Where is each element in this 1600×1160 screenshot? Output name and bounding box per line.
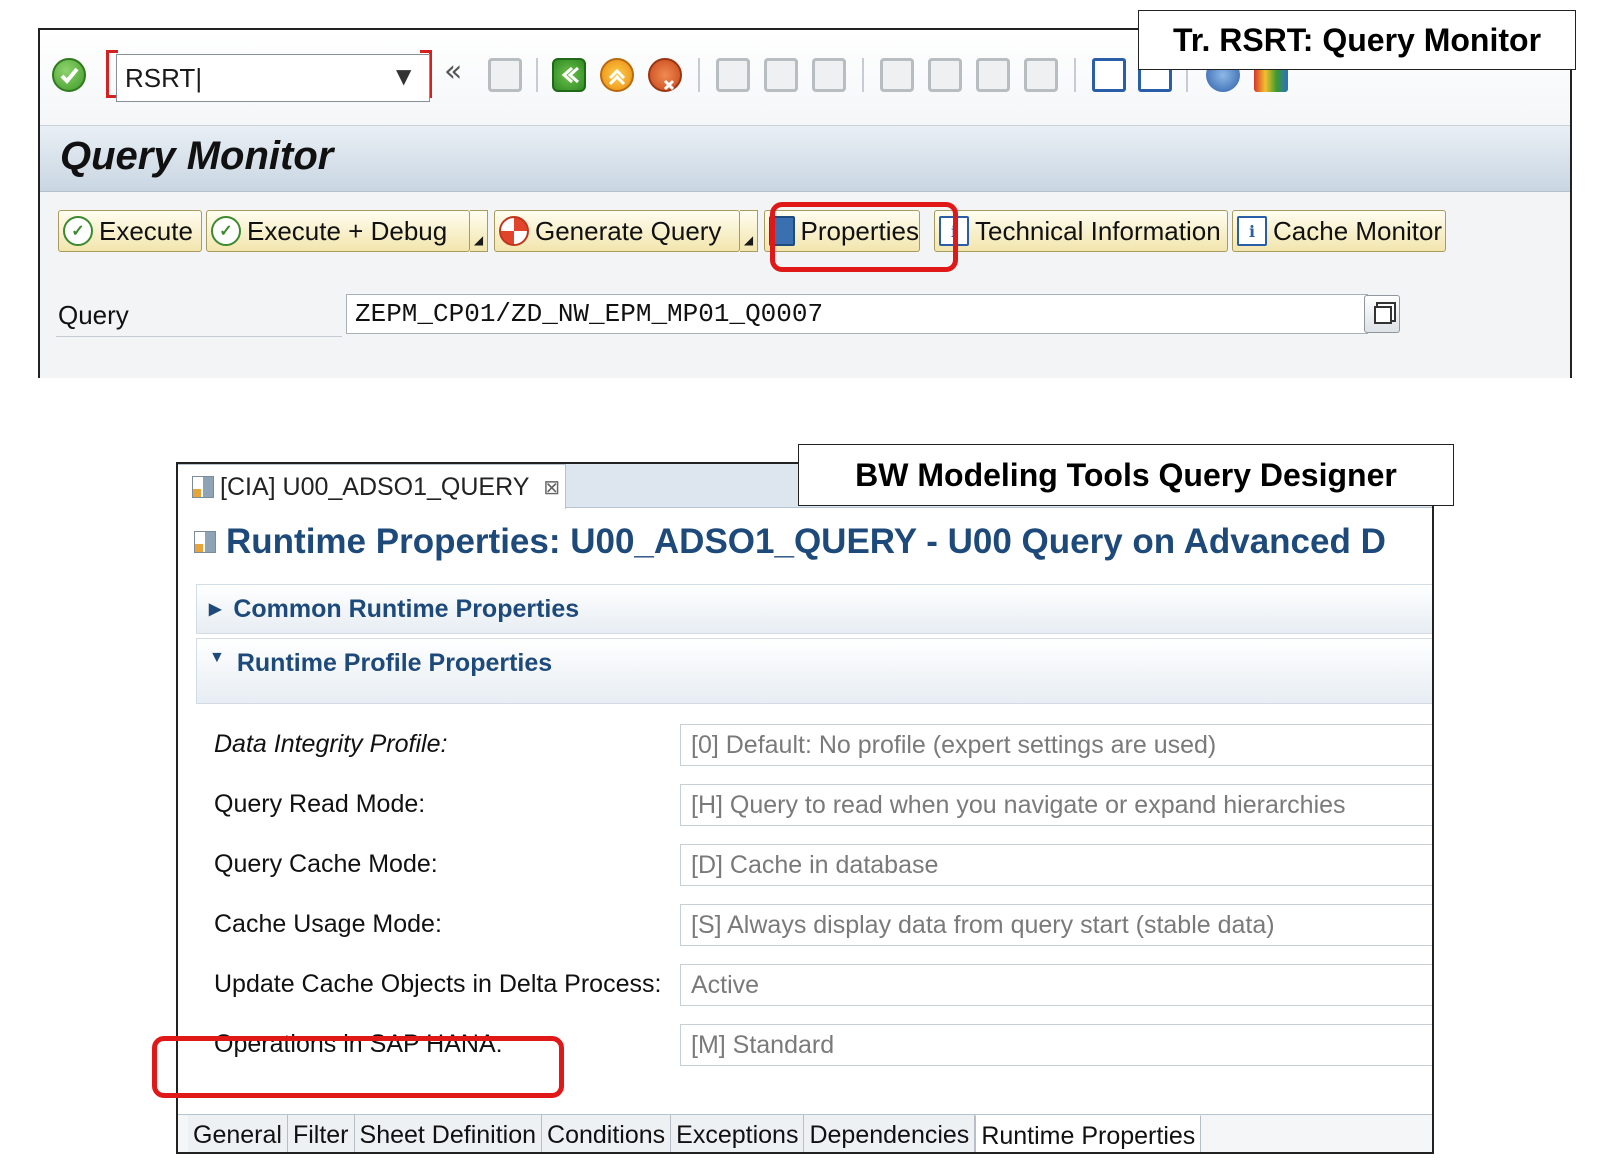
find-icon[interactable] [764,58,798,92]
info-icon: i [1237,216,1267,246]
value-help-icon[interactable] [1364,295,1400,333]
save-icon[interactable] [488,58,522,92]
print-icon[interactable] [716,58,750,92]
execute-icon: ✓ [211,216,241,246]
section-label: Common Runtime Properties [233,594,580,623]
query-input[interactable]: ZEPM_CP01/ZD_NW_EPM_MP01_Q0007 [346,294,1368,334]
update-cache-objects-label: Update Cache Objects in Delta Process: [214,970,662,998]
execute-debug-dropdown[interactable]: ◢ [470,210,488,252]
last-page-icon[interactable] [1024,58,1058,92]
query-icon [192,476,214,498]
editor-page-tabs: General Filter Sheet Definition Conditio… [178,1114,1432,1152]
editor-title: Runtime Properties: U00_ADSO1_QUERY - U0… [194,522,1386,562]
collapse-arrows-icon[interactable]: « [444,54,462,89]
find-next-icon[interactable] [812,58,846,92]
generate-query-button-label: Generate Query [535,215,722,246]
technical-information-button-label: Technical Information [975,215,1221,246]
triangle-right-icon: ▶ [209,601,222,618]
query-icon [194,531,216,553]
query-cache-mode-field[interactable]: [D] Cache in database [680,844,1432,886]
cache-monitor-button[interactable]: i Cache Monitor [1232,210,1446,252]
execute-debug-button-label: Execute + Debug [247,215,448,246]
section-label: Runtime Profile Properties [236,649,553,677]
rsrt-callout: Tr. RSRT: Query Monitor [1138,10,1576,70]
next-page-icon[interactable] [976,58,1010,92]
data-integrity-profile-label: Data Integrity Profile: [214,730,448,758]
execute-debug-button[interactable]: ✓ Execute + Debug [206,210,470,252]
back-icon[interactable] [552,58,586,92]
generate-query-button[interactable]: Generate Query [494,210,740,252]
bw-callout: BW Modeling Tools Query Designer [798,444,1454,506]
chevron-down-icon[interactable]: ▼ [396,64,411,88]
tab-runtime-properties[interactable]: Runtime Properties [975,1115,1202,1152]
execute-button[interactable]: ✓ Execute [58,210,202,252]
lifebuoy-icon [499,216,529,246]
triangle-down-icon: ▼ [209,649,225,666]
data-integrity-profile-field[interactable]: [0] Default: No profile (expert settings… [680,724,1432,766]
query-read-mode-label: Query Read Mode: [214,790,426,818]
tab-sheet-definition[interactable]: Sheet Definition [354,1115,543,1152]
tab-general[interactable]: General [188,1115,288,1152]
editor-title-text: Runtime Properties: U00_ADSO1_QUERY - U0… [226,522,1386,561]
tab-filter[interactable]: Filter [287,1115,355,1152]
editor-tab-label: [CIA] U00_ADSO1_QUERY [220,472,530,501]
operations-in-sap-hana-field[interactable]: [M] Standard [680,1024,1432,1066]
text-cursor: | [195,63,203,93]
query-label: Query [58,300,129,330]
section-runtime-profile-properties[interactable]: ▼ Runtime Profile Properties [196,638,1432,704]
label-underline [56,336,342,337]
command-field[interactable]: RSRT| [116,54,430,102]
command-field-value: RSRT [125,63,196,93]
editor-tab[interactable]: [CIA] U00_ADSO1_QUERY ⊠ [178,464,566,509]
execute-button-label: Execute [99,215,193,246]
technical-information-button[interactable]: i Technical Information [934,210,1228,252]
close-icon[interactable]: ⊠ [543,475,560,500]
query-read-mode-field[interactable]: [H] Query to read when you navigate or e… [680,784,1432,826]
query-cache-mode-label: Query Cache Mode: [214,850,438,878]
create-session-icon[interactable] [1092,58,1126,92]
properties-highlight [770,202,958,272]
cache-monitor-button-label: Cache Monitor [1273,215,1443,246]
cancel-icon[interactable] [648,58,682,92]
tab-exceptions[interactable]: Exceptions [671,1115,805,1152]
sap-hana-highlight [152,1036,564,1098]
cache-usage-mode-label: Cache Usage Mode: [214,910,442,938]
section-common-runtime-properties[interactable]: ▶ Common Runtime Properties [196,584,1432,634]
exit-icon[interactable] [600,58,634,92]
previous-page-icon[interactable] [928,58,962,92]
generate-query-dropdown[interactable]: ◢ [740,210,758,252]
enter-icon[interactable] [52,58,86,92]
page-title: Query Monitor [60,134,334,178]
first-page-icon[interactable] [880,58,914,92]
execute-icon: ✓ [63,216,93,246]
cache-usage-mode-field[interactable]: [S] Always display data from query start… [680,904,1432,946]
update-cache-objects-field[interactable]: Active [680,964,1432,1006]
tab-dependencies[interactable]: Dependencies [804,1115,976,1152]
tab-conditions[interactable]: Conditions [542,1115,672,1152]
